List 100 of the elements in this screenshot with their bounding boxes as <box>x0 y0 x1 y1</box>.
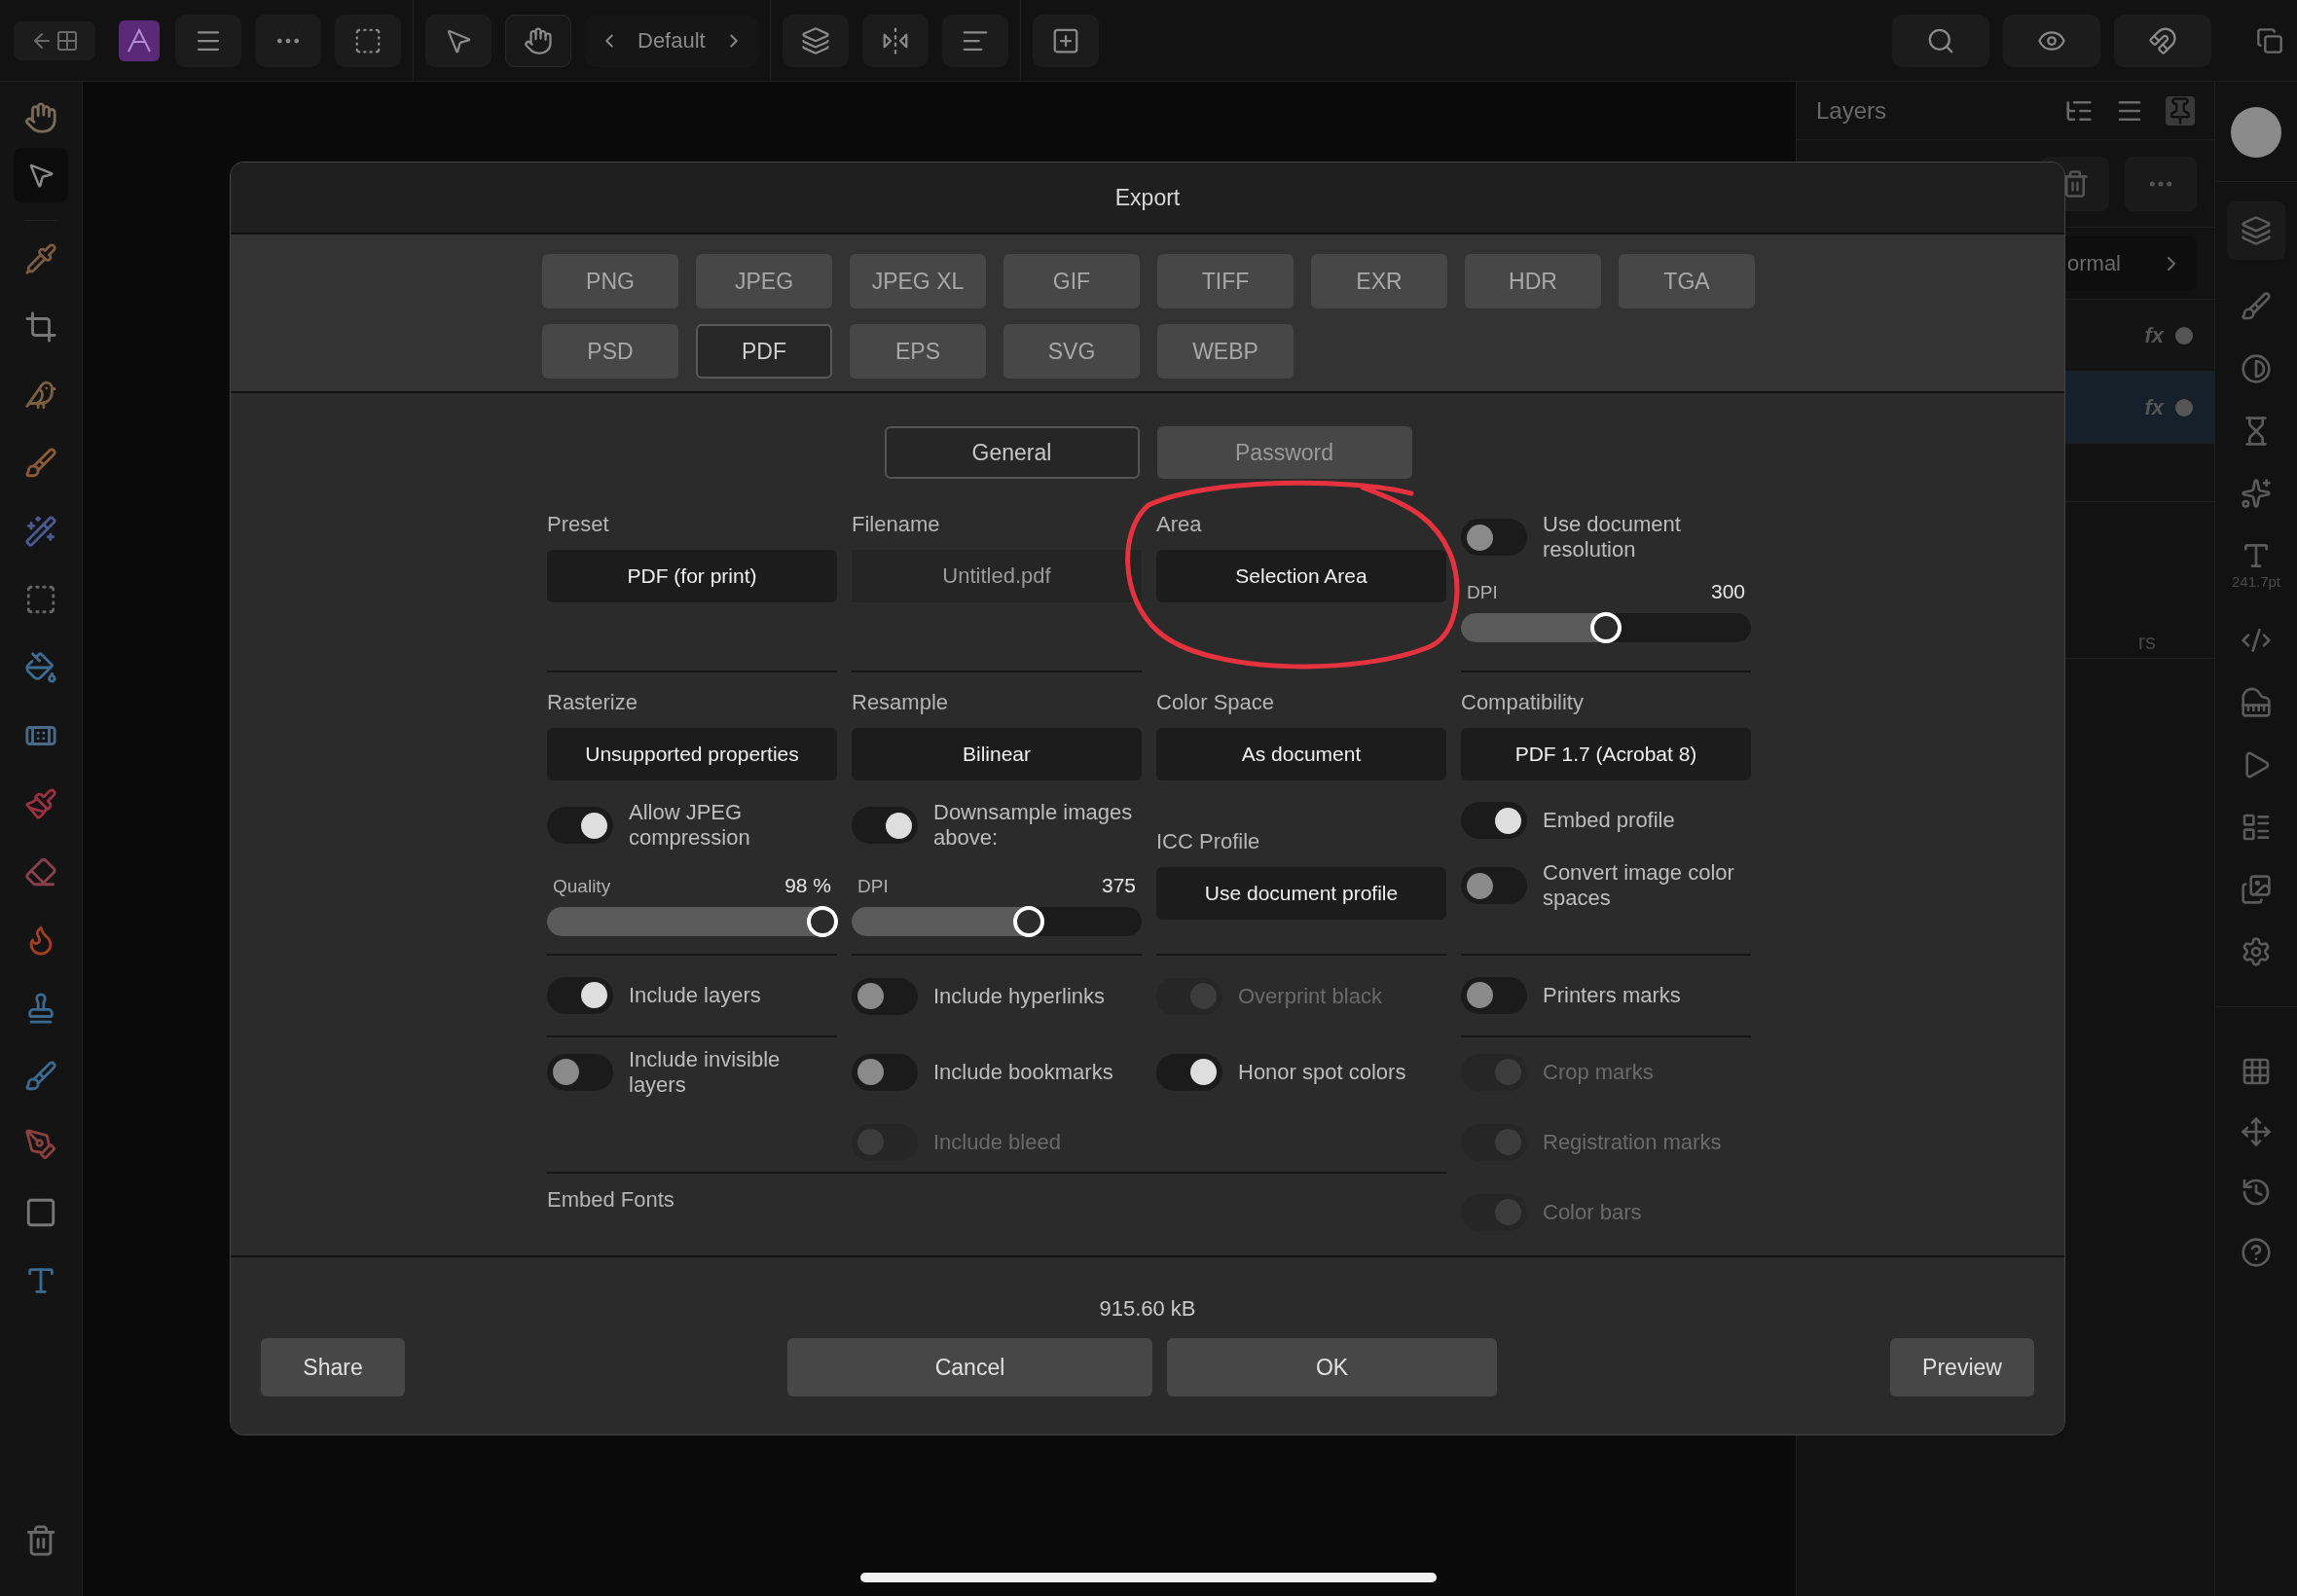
contrast-icon[interactable] <box>2241 353 2272 384</box>
field-label: Resample <box>852 689 950 716</box>
preset-selector[interactable]: Default <box>585 14 758 67</box>
toggle-switch[interactable] <box>1461 867 1527 904</box>
pointer-icon[interactable] <box>14 148 68 202</box>
toggle-label: Downsample images above: <box>933 800 1134 851</box>
dropdown[interactable]: Unsupported properties <box>547 728 837 780</box>
toggle-switch[interactable] <box>852 807 918 844</box>
format-tab[interactable]: WEBP <box>1157 324 1294 379</box>
toggle-label: Honor spot colors <box>1238 1059 1406 1085</box>
flip-icon[interactable] <box>861 14 929 67</box>
gear-icon[interactable] <box>2241 935 2272 967</box>
filename-input[interactable]: Untitled.pdf <box>852 550 1142 602</box>
dialog-button[interactable]: Preview <box>1890 1338 2034 1396</box>
layers-icon[interactable] <box>2227 201 2285 260</box>
field-label: Color Space <box>1156 689 1276 716</box>
toggle-switch[interactable] <box>1461 519 1527 556</box>
align-icon[interactable] <box>941 14 1008 67</box>
format-tab[interactable]: GIF <box>1003 254 1140 308</box>
dialog-button[interactable]: OK <box>1167 1338 1497 1396</box>
field-label: ICC Profile <box>1156 828 1261 855</box>
dropdown[interactable]: PDF 1.7 (Acrobat 8) <box>1461 728 1751 780</box>
slider-label: DPI <box>1467 581 1498 604</box>
hand-icon[interactable] <box>505 14 571 67</box>
toggle-label: Allow JPEG compression <box>629 800 751 851</box>
effects-label: fx <box>2144 322 2164 349</box>
toggle-switch[interactable] <box>852 1053 918 1091</box>
toggle-switch[interactable] <box>1461 802 1527 839</box>
slider-thumb[interactable] <box>1590 611 1622 643</box>
field-label: Rasterize <box>547 689 638 716</box>
dialog-button[interactable]: Share <box>261 1338 405 1396</box>
format-tab[interactable]: PSD <box>542 324 678 379</box>
toggle-label: Registration marks <box>1543 1129 1722 1155</box>
format-tab[interactable]: TGA <box>1619 254 1755 308</box>
magic-wand-icon[interactable] <box>24 515 57 548</box>
help-icon[interactable] <box>2241 1236 2272 1268</box>
eraser-icon[interactable] <box>24 855 57 889</box>
trash-icon[interactable] <box>24 1524 57 1557</box>
move-icon[interactable] <box>2241 1115 2272 1147</box>
app-logo-icon[interactable] <box>119 19 160 61</box>
format-tab[interactable]: JPEG XL <box>850 254 986 308</box>
slider-thumb[interactable] <box>807 905 839 937</box>
pointer-icon[interactable] <box>425 14 492 67</box>
toggle-label: Include bleed <box>933 1129 1061 1155</box>
dialog-button[interactable]: Cancel <box>787 1338 1152 1396</box>
selection-icon[interactable] <box>335 14 401 67</box>
toggle-label: Printers marks <box>1543 982 1681 1008</box>
toggle-label: Include invisible layers <box>629 1046 782 1098</box>
format-tab[interactable]: PNG <box>542 254 678 308</box>
menu-icon[interactable] <box>175 14 241 67</box>
piano-keys-icon[interactable] <box>2241 686 2272 718</box>
slider-track[interactable] <box>852 906 1142 936</box>
toggle-switch[interactable] <box>547 976 613 1014</box>
sparkles-icon[interactable] <box>2241 478 2272 509</box>
toggle-switch[interactable] <box>852 977 918 1015</box>
magnet-icon[interactable] <box>2114 14 2211 67</box>
slider-value: 300 <box>1710 579 1745 604</box>
color-swatch[interactable] <box>2231 107 2281 158</box>
format-tab[interactable]: JPEG <box>696 254 832 308</box>
settings-tab[interactable]: Password <box>1156 426 1412 479</box>
format-tab[interactable]: PDF <box>696 324 832 379</box>
dropdown[interactable]: Bilinear <box>852 728 1142 780</box>
format-tab[interactable]: EXR <box>1311 254 1447 308</box>
paint-bucket-icon[interactable] <box>24 651 57 684</box>
copy-icon[interactable] <box>2256 26 2283 54</box>
add-square-icon[interactable] <box>1032 14 1099 67</box>
format-tab[interactable]: HDR <box>1465 254 1601 308</box>
pipette-icon[interactable] <box>24 242 57 275</box>
toggle-switch[interactable] <box>1156 1053 1222 1091</box>
toggle-label: Crop marks <box>1543 1059 1654 1085</box>
toggle-switch[interactable] <box>547 1053 613 1091</box>
rectangle-icon[interactable] <box>24 1196 57 1229</box>
paintbrush-icon[interactable] <box>24 787 57 820</box>
toggle-switch[interactable] <box>1461 976 1527 1014</box>
pen-icon[interactable] <box>24 1128 57 1161</box>
back-grid-button[interactable] <box>14 20 95 60</box>
dropdown[interactable]: As document <box>1156 728 1446 780</box>
slider-track[interactable] <box>1461 612 1751 642</box>
format-tab[interactable]: TIFF <box>1157 254 1294 308</box>
brush-icon[interactable] <box>24 447 57 480</box>
toggle-label: Convert image color spaces <box>1543 860 1735 911</box>
images-icon[interactable] <box>2241 873 2272 905</box>
dropdown[interactable]: PDF (for print) <box>547 550 837 602</box>
file-size: 915.60 kB <box>1099 1295 1196 1323</box>
dashed-square-icon[interactable] <box>24 583 57 616</box>
grid-icon <box>55 28 79 53</box>
eye-icon[interactable] <box>2003 14 2100 67</box>
dialog-title: Export <box>1114 183 1181 212</box>
format-tab[interactable]: SVG <box>1003 324 1140 379</box>
crop-icon[interactable] <box>24 310 57 344</box>
arrange-icon[interactable] <box>782 14 849 67</box>
dropdown[interactable]: Selection Area <box>1156 550 1446 602</box>
dropdown[interactable]: Use document profile <box>1156 867 1446 920</box>
brush-icon[interactable] <box>2241 291 2272 322</box>
hand-icon[interactable] <box>24 101 57 134</box>
format-tab[interactable]: EPS <box>850 324 986 379</box>
search-icon[interactable] <box>1892 14 1989 67</box>
settings-tab[interactable]: General <box>884 426 1140 479</box>
toggle-switch[interactable] <box>547 807 613 844</box>
brush-icon[interactable] <box>24 1060 57 1093</box>
